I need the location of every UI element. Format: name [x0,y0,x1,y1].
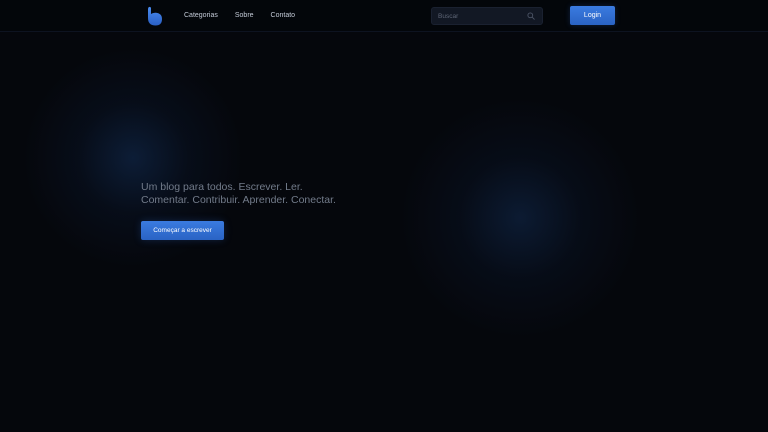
search-box [431,7,543,25]
hero-tagline: Um blog para todos. Escrever. Ler. Comen… [141,181,401,206]
login-button[interactable]: Login [570,6,615,25]
start-writing-button[interactable]: Começar a escrever [141,221,224,240]
nav-link-sobre[interactable]: Sobre [235,12,254,19]
nav-link-contato[interactable]: Contato [271,12,296,19]
search-input[interactable] [438,8,526,24]
hero-tagline-line-2: Comentar. Contribuir. Aprender. Conectar… [141,193,336,206]
hero-tagline-line-1: Um blog para todos. Escrever. Ler. [141,181,303,193]
search-icon[interactable] [527,12,535,20]
nav-link-categorias[interactable]: Categorias [184,12,218,19]
page: Categorias Sobre Contato Login Um blog p… [0,0,768,432]
top-navbar: Categorias Sobre Contato Login [0,0,768,32]
main-nav: Categorias Sobre Contato [184,0,312,31]
droplet-b-logo-icon[interactable] [146,6,163,26]
